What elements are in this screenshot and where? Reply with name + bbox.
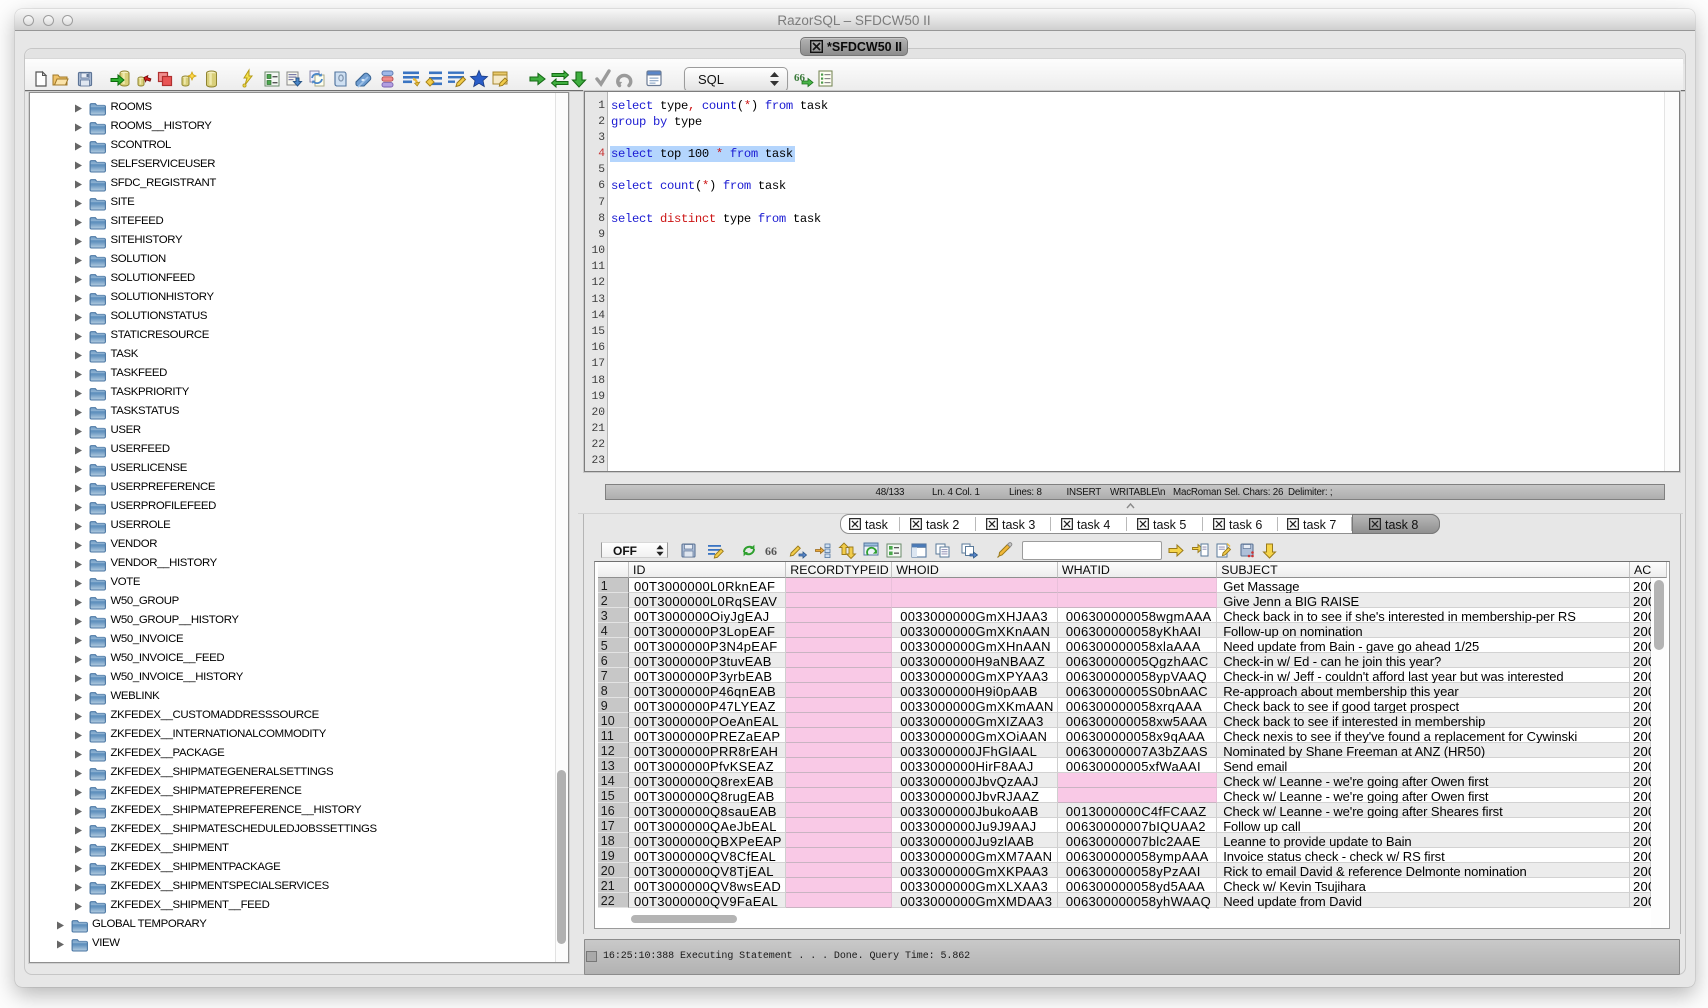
svg-text:66: 66 [765,544,777,558]
